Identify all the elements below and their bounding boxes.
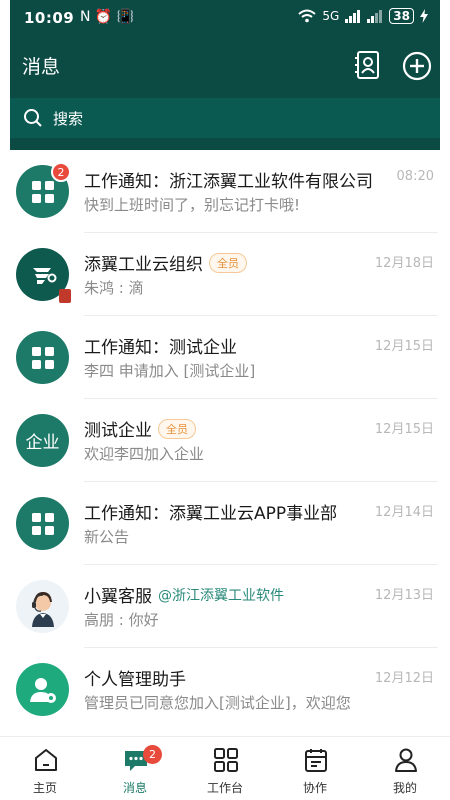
tab-label: 主页 <box>32 781 57 795</box>
plus-circle-icon <box>402 51 432 81</box>
small-badge-icon <box>59 289 71 303</box>
status-right-group: 5G 38 <box>298 8 428 24</box>
grid-icon <box>31 346 54 369</box>
avatar-text: 企业 <box>25 433 60 453</box>
bottom-tab-bar: 主页 2 消息 工作台 协作 我的 <box>0 736 450 800</box>
signal-icon <box>345 10 361 23</box>
tab-mine[interactable]: 我的 <box>360 737 450 800</box>
status-notification-icons: N ⏰ 📳 <box>80 9 135 25</box>
conversation-item[interactable]: 工作通知：测试企业 李四 申请加入 [测试企业] 12月15日 <box>0 316 450 399</box>
tab-collaboration[interactable]: 协作 <box>270 737 360 800</box>
search-bar[interactable]: 搜索 <box>10 98 440 138</box>
search-label: 搜索 <box>53 110 84 128</box>
conversation-avatar <box>16 580 69 633</box>
conversation-name: 工作通知：浙江添翼工业软件有限公司 <box>84 172 373 192</box>
wifi-icon <box>298 9 317 23</box>
conversation-time: 12月12日 <box>374 671 434 686</box>
conversation-name: 小翼客服 <box>84 587 152 607</box>
tab-label: 协作 <box>302 781 327 795</box>
person-icon <box>395 748 417 772</box>
conversation-time: 12月13日 <box>374 588 434 603</box>
user-gear-icon <box>29 677 56 703</box>
conversation-time: 12月18日 <box>374 256 434 271</box>
conversation-avatar: 企业 <box>16 414 69 467</box>
home-icon <box>35 749 57 771</box>
conversation-name: 测试企业 <box>84 421 152 441</box>
status-time: 10:09 <box>24 9 75 27</box>
conversation-avatar <box>16 331 69 384</box>
conversation-preview: 李四 申请加入 [测试企业] <box>84 362 256 380</box>
tab-label: 消息 <box>122 781 147 795</box>
contacts-book-icon <box>355 51 379 79</box>
conversation-preview: 欢迎李四加入企业 <box>84 445 205 463</box>
unread-badge: 2 <box>51 162 71 182</box>
tab-label: 我的 <box>392 781 417 795</box>
tab-messages[interactable]: 2 消息 <box>90 737 180 800</box>
conversation-name: 添翼工业云组织 <box>84 255 203 275</box>
tab-unread-badge: 2 <box>143 745 162 764</box>
add-button[interactable] <box>402 51 432 81</box>
tab-label: 工作台 <box>206 781 243 795</box>
network-type: 5G <box>322 9 340 23</box>
conversation-time: 08:20 <box>396 169 434 184</box>
grid-icon <box>31 180 54 203</box>
conversation-item[interactable]: 添翼工业云组织 全员 朱鸿 : 滴 12月18日 <box>0 233 450 316</box>
app-header: 10:09 N ⏰ 📳 5G 38 消息 搜索 <box>10 0 440 150</box>
page-title: 消息 <box>22 56 61 78</box>
search-icon <box>24 109 42 127</box>
conversation-item[interactable]: 2 工作通知：浙江添翼工业软件有限公司 快到上班时间了，别忘记打卡哦! 08:2… <box>0 150 450 233</box>
grid-icon <box>214 748 238 772</box>
agent-icon <box>31 591 54 627</box>
title-row: 消息 <box>10 38 440 94</box>
battery-level: 38 <box>389 8 414 24</box>
conversation-preview: 快到上班时间了，别忘记打卡哦! <box>84 196 301 214</box>
conversation-preview: 管理员已同意您加入[测试企业]，欢迎您 <box>84 694 351 712</box>
charging-icon <box>420 9 428 23</box>
conversation-item[interactable]: 个人管理助手 管理员已同意您加入[测试企业]，欢迎您 12月12日 <box>0 648 450 731</box>
conversation-name: 工作通知：测试企业 <box>84 338 237 358</box>
status-bar: 10:09 N ⏰ 📳 5G 38 <box>10 0 440 38</box>
signal-2-icon <box>367 10 383 23</box>
conversation-preview: 高朋 : 你好 <box>84 611 159 629</box>
tab-home[interactable]: 主页 <box>0 737 90 800</box>
conversation-time: 12月14日 <box>374 505 434 520</box>
conversation-preview: 新公告 <box>84 528 130 546</box>
tab-workbench[interactable]: 工作台 <box>180 737 270 800</box>
conversation-preview: 朱鸿 : 滴 <box>84 279 144 297</box>
grid-icon <box>31 512 54 535</box>
group-tag: 全员 <box>209 252 247 273</box>
org-mention: @浙江添翼工业软件 <box>158 587 284 604</box>
conversation-avatar <box>16 497 69 550</box>
logo-icon <box>32 267 56 284</box>
conversation-name: 个人管理助手 <box>84 670 186 690</box>
contacts-button[interactable] <box>354 50 382 80</box>
conversation-item[interactable]: 小翼客服 @浙江添翼工业软件 高朋 : 你好 12月13日 <box>0 565 450 648</box>
conversation-time: 12月15日 <box>374 422 434 437</box>
conversation-name: 工作通知：添翼工业云APP事业部 <box>84 504 338 524</box>
group-tag: 全员 <box>158 418 196 439</box>
conversation-avatar <box>16 248 71 303</box>
conversation-item[interactable]: 企业 测试企业 全员 欢迎李四加入企业 12月15日 <box>0 399 450 482</box>
conversation-time: 12月15日 <box>374 339 434 354</box>
calendar-icon <box>305 749 327 772</box>
conversation-avatar <box>16 663 69 716</box>
conversation-avatar: 2 <box>16 162 71 218</box>
conversation-item[interactable]: 工作通知：添翼工业云APP事业部 新公告 12月14日 <box>0 482 450 565</box>
